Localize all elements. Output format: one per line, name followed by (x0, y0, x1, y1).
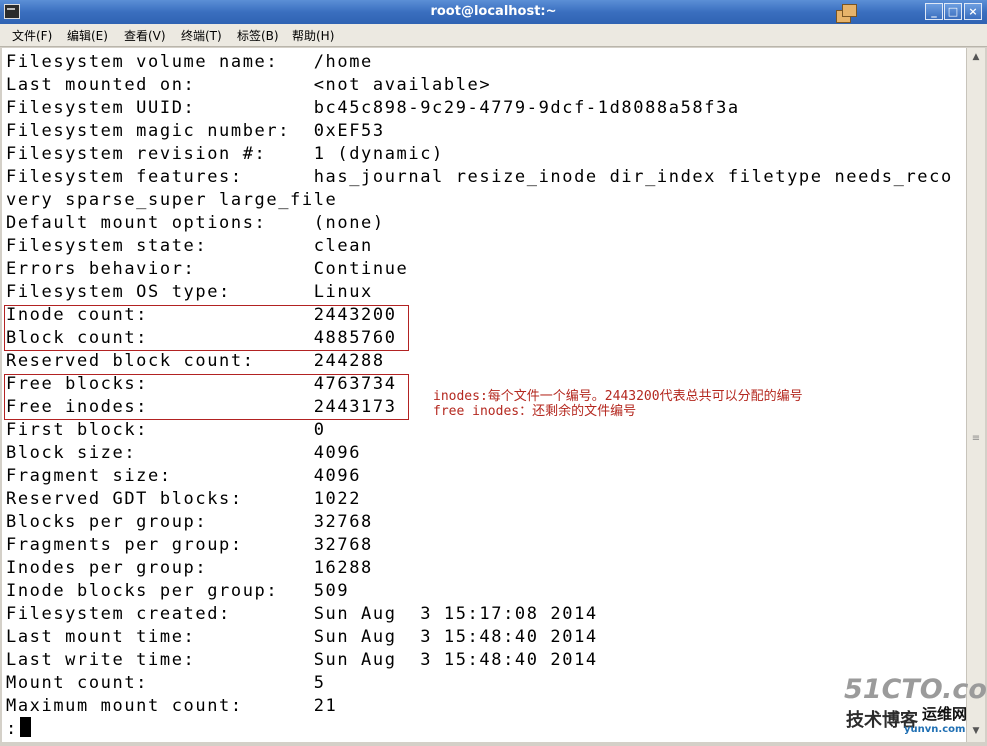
minimize-button[interactable]: _ (925, 3, 943, 20)
menu-help[interactable]: 帮助(H) (292, 27, 334, 44)
menu-view[interactable]: 查看(V) (124, 27, 166, 44)
annotation-inodes: inodes:每个文件一个编号。2443200代表总共可以分配的编号 (433, 389, 803, 404)
scroll-up-arrow-icon[interactable]: ▲ (969, 50, 983, 64)
terminal-line: Inode blocks per group: 509 (6, 581, 350, 601)
title-bar: root@localhost:~ _ □ × (0, 0, 987, 25)
terminal-line: Filesystem created: Sun Aug 3 15:17:08 2… (6, 604, 598, 624)
menu-file[interactable]: 文件(F) (12, 27, 52, 44)
maximize-button[interactable]: □ (944, 3, 962, 20)
terminal-line: Last mount time: Sun Aug 3 15:48:40 2014 (6, 627, 598, 647)
scrollbar-grip-icon[interactable]: ≡ (969, 434, 983, 444)
terminal-line: very sparse_super large_file (6, 190, 338, 210)
terminal-line: Last mounted on: <not available> (6, 75, 492, 95)
terminal-line: Inodes per group: 16288 (6, 558, 373, 578)
terminal-line: First block: 0 (6, 420, 326, 440)
terminal-line: Filesystem UUID: bc45c898-9c29-4779-9dcf… (6, 98, 740, 118)
terminal-line: Default mount options: (none) (6, 213, 385, 233)
terminal-line: Filesystem revision #: 1 (dynamic) (6, 144, 444, 164)
annotation-free-inodes: free inodes：还剩余的文件编号 (433, 404, 637, 419)
terminal-line: Last write time: Sun Aug 3 15:48:40 2014 (6, 650, 598, 670)
window-stack-icon (836, 4, 858, 23)
terminal-line: Reserved GDT blocks: 1022 (6, 489, 362, 509)
terminal-cursor (20, 717, 31, 737)
terminal-line: Filesystem OS type: Linux (6, 282, 373, 302)
terminal-line: Errors behavior: Continue (6, 259, 409, 279)
close-button[interactable]: × (964, 3, 982, 20)
terminal-line: Block size: 4096 (6, 443, 362, 463)
watermark-site-cn: 运维网 (922, 705, 968, 723)
terminal-line: Filesystem magic number: 0xEF53 (6, 121, 385, 141)
menu-bar: 文件(F) 编辑(E) 查看(V) 终端(T) 标签(B) 帮助(H) (0, 24, 987, 47)
watermark-site-url: yunvn.com (904, 724, 966, 735)
menu-tabs[interactable]: 标签(B) (237, 27, 279, 44)
scroll-down-arrow-icon[interactable]: ▼ (969, 724, 983, 738)
terminal-line: Filesystem volume name: /home (6, 52, 373, 72)
terminal-line: Fragment size: 4096 (6, 466, 362, 486)
terminal-line: Filesystem state: clean (6, 236, 373, 256)
highlight-box-inode-block-count (4, 305, 409, 351)
terminal-line: Reserved block count: 244288 (6, 351, 385, 371)
watermark-brand: 51CTO.com (844, 674, 987, 705)
vertical-scrollbar[interactable]: ▲ ≡ ▼ (966, 48, 985, 742)
terminal-prompt: : (6, 719, 18, 739)
menu-terminal[interactable]: 终端(T) (181, 27, 222, 44)
terminal-line: Maximum mount count: 21 (6, 696, 338, 716)
terminal-line: Fragments per group: 32768 (6, 535, 373, 555)
terminal-output[interactable]: Filesystem volume name: /home Last mount… (2, 48, 966, 742)
menu-edit[interactable]: 编辑(E) (67, 27, 108, 44)
terminal-line: Filesystem features: has_journal resize_… (6, 167, 953, 187)
terminal-line: Mount count: 5 (6, 673, 326, 693)
terminal-line: Blocks per group: 32768 (6, 512, 373, 532)
highlight-box-free-blocks-inodes (4, 374, 409, 420)
